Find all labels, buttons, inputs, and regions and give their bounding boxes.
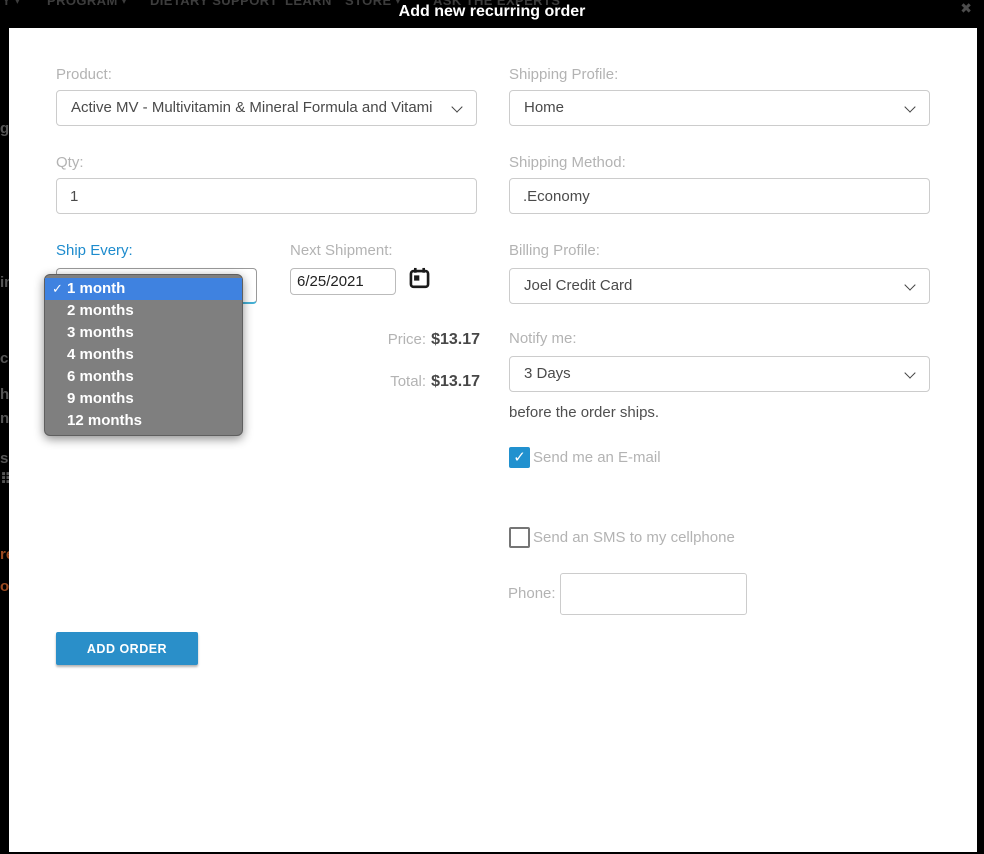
billing-profile-select-value: Joel Credit Card (524, 277, 632, 294)
ship-every-option-label: 2 months (67, 300, 134, 322)
ship-every-option[interactable]: ✓ 1 month (45, 278, 242, 300)
qty-input[interactable] (56, 178, 477, 214)
screen: Y▾ PROGRAM▾ DIETARY SUPPORT LEARN STORE▾… (0, 0, 984, 854)
product-label: Product: (56, 66, 112, 83)
background-page-fragment: ⠿ (0, 470, 9, 488)
email-checkbox[interactable]: ✓ (509, 447, 530, 468)
ship-every-label: Ship Every: (56, 242, 133, 259)
modal-title: Add new recurring order (0, 3, 984, 21)
billing-profile-select[interactable]: Joel Credit Card (509, 268, 930, 304)
shipping-profile-label: Shipping Profile: (509, 66, 618, 83)
background-page-fragment: in (0, 274, 9, 291)
ship-every-option-label: 3 months (67, 322, 134, 344)
ship-every-option[interactable]: 3 months (45, 322, 242, 344)
phone-input[interactable] (560, 573, 747, 615)
product-select-value: Active MV - Multivitamin & Mineral Formu… (71, 99, 433, 116)
product-select[interactable]: Active MV - Multivitamin & Mineral Formu… (56, 90, 477, 126)
background-page-fragment: ot (0, 578, 9, 595)
total-row: Total: $13.17 (290, 373, 480, 391)
background-page-fragment: n (0, 410, 9, 427)
calendar-icon[interactable] (409, 267, 430, 289)
chevron-down-icon (904, 367, 915, 378)
notify-me-select-value: 3 Days (524, 365, 571, 382)
background-page-fragment: hip (0, 386, 9, 403)
add-recurring-order-modal: Product: Active MV - Multivitamin & Mine… (9, 28, 977, 852)
ship-every-option[interactable]: 2 months (45, 300, 242, 322)
price-value: $13.17 (431, 331, 480, 349)
background-page-fragment: s (0, 450, 8, 467)
background-page-fragment: c (0, 350, 8, 367)
notify-suffix-text: before the order ships. (509, 404, 659, 421)
sms-notify-row: ✓ Send an SMS to my cellphone (509, 527, 735, 548)
notify-me-label: Notify me: (509, 330, 577, 347)
qty-label: Qty: (56, 154, 84, 171)
ship-every-option-label: 6 months (67, 366, 134, 388)
phone-label: Phone: (508, 585, 556, 602)
ship-every-option-label: 1 month (67, 278, 125, 300)
shipping-profile-select[interactable]: Home (509, 90, 930, 126)
ship-every-option[interactable]: 12 months (45, 410, 242, 432)
close-icon[interactable]: ✖ (960, 0, 972, 16)
ship-every-option-label: 12 months (67, 410, 142, 432)
chevron-down-icon (904, 101, 915, 112)
sms-checkbox-label: Send an SMS to my cellphone (533, 529, 735, 546)
background-page-fragment: g (0, 120, 9, 137)
chevron-down-icon (451, 101, 462, 112)
checkmark-icon: ✓ (52, 278, 63, 300)
next-shipment-input[interactable] (290, 268, 396, 295)
ship-every-option[interactable]: 4 months (45, 344, 242, 366)
sms-checkbox[interactable]: ✓ (509, 527, 530, 548)
ship-every-option[interactable]: 9 months (45, 388, 242, 410)
total-value: $13.17 (431, 373, 480, 391)
price-label: Price: (388, 331, 426, 348)
ship-every-dropdown: ✓ 1 month 2 months 3 months 4 months 6 m… (44, 274, 243, 436)
check-icon: ✓ (509, 447, 530, 468)
next-shipment-label: Next Shipment: (290, 242, 393, 259)
price-row: Price: $13.17 (290, 331, 480, 349)
background-page-fragment: re (0, 546, 9, 563)
total-label: Total: (390, 373, 426, 390)
chevron-down-icon (904, 279, 915, 290)
billing-profile-label: Billing Profile: (509, 242, 600, 259)
background-page-edge: g in c hip n s ⠿ re ot (0, 0, 9, 854)
email-checkbox-label: Send me an E-mail (533, 449, 661, 466)
ship-every-option-label: 4 months (67, 344, 134, 366)
add-order-button[interactable]: ADD ORDER (56, 632, 198, 665)
shipping-profile-select-value: Home (524, 99, 564, 116)
ship-every-option-label: 9 months (67, 388, 134, 410)
shipping-method-input[interactable] (509, 178, 930, 214)
shipping-method-label: Shipping Method: (509, 154, 626, 171)
email-notify-row: ✓ Send me an E-mail (509, 447, 661, 468)
ship-every-option[interactable]: 6 months (45, 366, 242, 388)
notify-me-select[interactable]: 3 Days (509, 356, 930, 392)
